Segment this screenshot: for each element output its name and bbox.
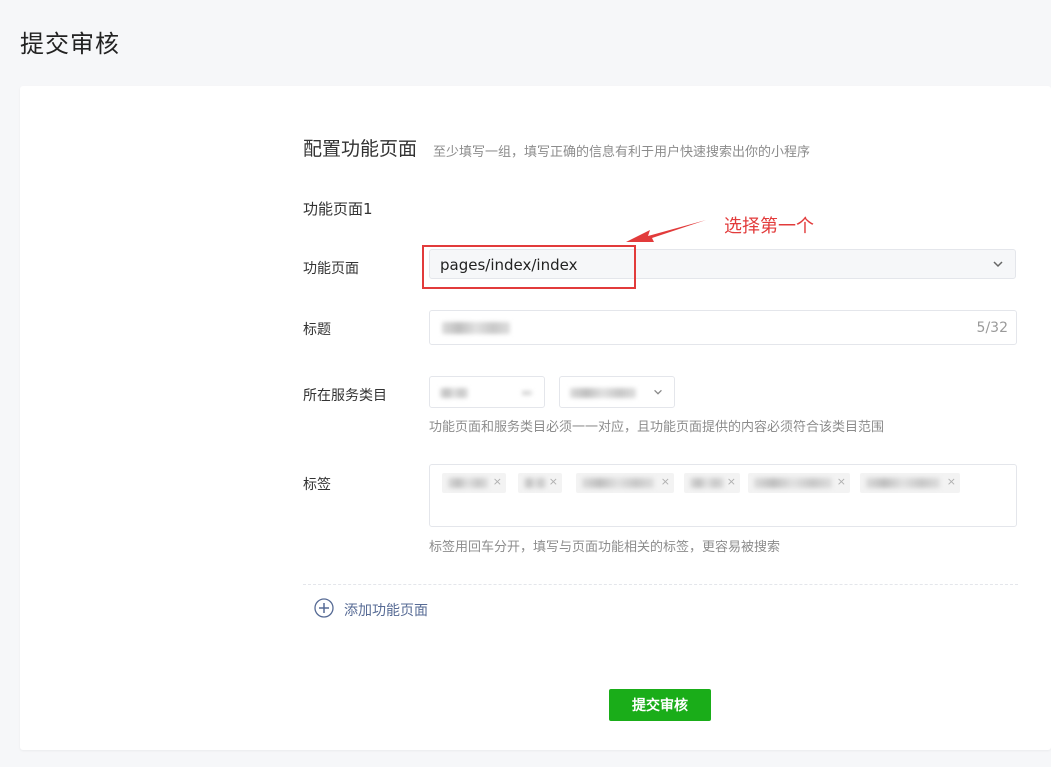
title-char-counter: 5/32 — [976, 320, 1008, 336]
tag-chip[interactable]: × — [442, 473, 506, 493]
close-icon[interactable]: × — [947, 475, 956, 488]
blurred-chevron — [522, 391, 532, 395]
blurred-category-level1 — [440, 388, 468, 398]
divider — [303, 584, 1018, 585]
category-level2-select[interactable] — [559, 376, 675, 408]
blurred-tag-text — [690, 478, 724, 488]
tag-chip[interactable]: × — [684, 473, 740, 493]
blurred-tag-text — [866, 478, 940, 488]
blurred-title-text — [442, 322, 510, 334]
tag-chip[interactable]: × — [860, 473, 960, 493]
title-input[interactable]: 5/32 — [429, 310, 1017, 345]
blurred-tag-text — [524, 478, 546, 488]
tags-label: 标签 — [303, 477, 331, 493]
close-icon[interactable]: × — [661, 475, 670, 488]
tags-hint: 标签用回车分开，填写与页面功能相关的标签，更容易被搜索 — [429, 540, 781, 555]
tag-chip[interactable]: × — [576, 473, 674, 493]
arrow-icon — [626, 220, 706, 242]
chevron-down-icon — [993, 261, 1003, 268]
blurred-tag-text — [582, 478, 654, 488]
function-page-group-title: 功能页面1 — [303, 200, 373, 218]
annotation-highlight-box — [422, 245, 636, 289]
annotation-text: 选择第一个 — [724, 216, 814, 237]
close-icon[interactable]: × — [837, 475, 846, 488]
tag-chip[interactable]: × — [518, 473, 562, 493]
page-title: 提交审核 — [20, 30, 120, 58]
category-hint: 功能页面和服务类目必须一一对应，且功能页面提供的内容必须符合该类目范围 — [429, 420, 885, 435]
title-label: 标题 — [303, 322, 331, 338]
tag-chip[interactable]: × — [748, 473, 850, 493]
close-icon[interactable]: × — [493, 475, 502, 488]
tags-input[interactable]: × × × × × × — [429, 464, 1017, 527]
section-title: 配置功能页面 — [303, 138, 418, 160]
blurred-tag-text — [448, 478, 488, 488]
chevron-down-icon — [654, 389, 662, 395]
blurred-category-level2 — [570, 388, 636, 398]
add-function-page-label: 添加功能页面 — [344, 603, 428, 619]
close-icon[interactable]: × — [549, 475, 558, 488]
function-page-label: 功能页面 — [303, 261, 359, 277]
category-label: 所在服务类目 — [303, 388, 387, 404]
submit-review-button[interactable]: 提交审核 — [609, 689, 711, 721]
close-icon[interactable]: × — [727, 475, 736, 488]
plus-circle-icon — [314, 598, 334, 618]
blurred-tag-text — [754, 478, 832, 488]
category-level1-select[interactable] — [429, 376, 545, 408]
section-hint: 至少填写一组，填写正确的信息有利于用户快速搜索出你的小程序 — [433, 145, 811, 160]
